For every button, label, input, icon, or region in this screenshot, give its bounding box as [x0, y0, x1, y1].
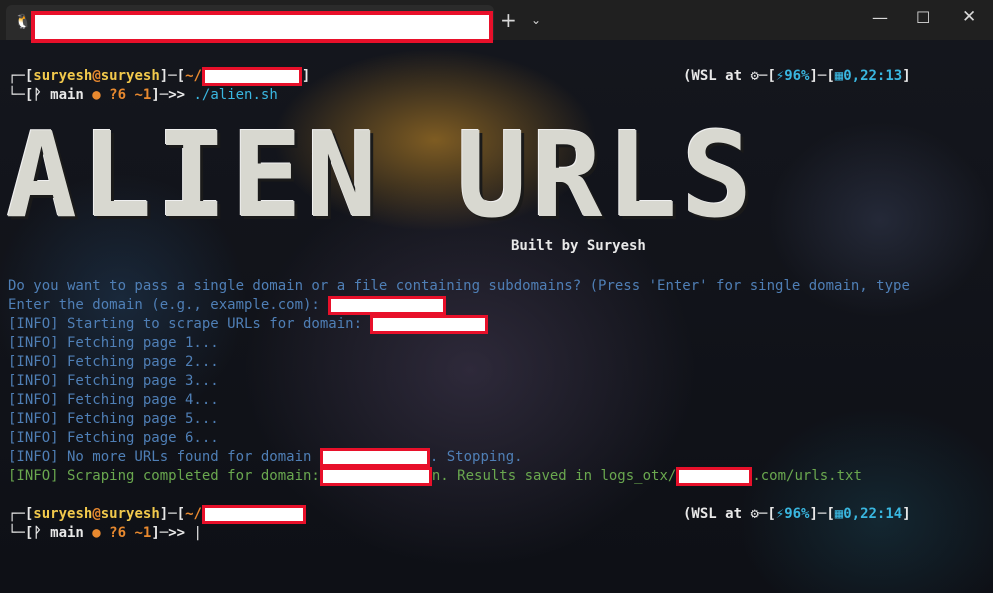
redacted-domain: x [319, 467, 432, 486]
starting-text: [INFO] Starting to scrape URLs for domai… [8, 316, 371, 332]
prompt1-line2: └─[ᚹ main ● ?6 ~1]─>> ./alien.sh [8, 87, 278, 103]
output-no-more: [INFO] No more URLs found for domain x. … [8, 448, 523, 467]
gear-icon: ⚙ [750, 68, 759, 84]
prompt-arrow-icon: >> [168, 525, 186, 541]
prompt-dir-prefix: ~/ [185, 506, 202, 522]
redacted-domain: x [370, 315, 489, 334]
no-more-suffix: . Stopping. [429, 449, 523, 465]
prompt-at: @ [92, 506, 101, 522]
prompt1-line1: ┌─[suryesh@suryesh]─[~/x] [8, 67, 311, 86]
prompt-time: 0,22:14 [843, 506, 903, 522]
output-completed: [INFO] Scraping completed for domain:xn.… [8, 467, 862, 486]
terminal-output[interactable]: ┌─[suryesh@suryesh]─[~/x] (WSL at ⚙─[⚡96… [0, 40, 993, 593]
wsl-label: (WSL at [683, 506, 743, 522]
git-status: ?6 ~1 [109, 87, 152, 103]
output-page-6: [INFO] Fetching page 6... [8, 430, 219, 446]
calendar-icon: ▦ [834, 506, 844, 522]
prompt-at: @ [92, 68, 101, 84]
git-status-dot: ● [92, 525, 101, 541]
git-branch-icon: ᚹ [33, 525, 42, 541]
prompt-user: suryesh [33, 506, 93, 522]
output-question: Do you want to pass a single domain or a… [8, 278, 910, 294]
redacted-domain: x [319, 448, 430, 467]
gear-icon: ⚙ [750, 506, 759, 522]
git-status-dot: ● [92, 87, 101, 103]
maximize-button[interactable]: ☐ [916, 8, 930, 27]
output-page-1: [INFO] Fetching page 1... [8, 335, 219, 351]
minimize-button[interactable]: — [872, 8, 888, 27]
new-tab-plus-icon[interactable]: + [500, 8, 517, 32]
prompt-host: suryesh [100, 506, 160, 522]
prompt2-right-status: (WSL at ⚙─[⚡96%]─[▦0,22:14] [683, 506, 911, 522]
output-page-5: [INFO] Fetching page 5... [8, 411, 219, 427]
window-titlebar: 🐧 + ⌄ — ☐ ✕ [0, 0, 993, 43]
prompt-dir-prefix: ~/ [185, 68, 202, 84]
prompt1-right-status: (WSL at ⚙─[⚡96%]─[▦0,22:13] [683, 68, 911, 84]
redacted-directory: x [201, 67, 302, 86]
battery-plug-icon: ⚡ [775, 68, 785, 84]
git-branch: main [50, 525, 84, 541]
output-enter-domain: Enter the domain (e.g., example.com): x [8, 296, 447, 315]
completed-prefix: [INFO] Scraping completed for domain: [8, 468, 320, 484]
battery-level: 96% [784, 506, 810, 522]
prompt2-line2[interactable]: └─[ᚹ main ● ?6 ~1]─>> | [8, 524, 202, 543]
redacted-directory: x [201, 505, 306, 524]
redacted-domain-input: x [328, 296, 447, 315]
no-more-prefix: [INFO] No more URLs found for domain [8, 449, 320, 465]
prompt-arrow-icon: >> [168, 87, 186, 103]
completed-suffix: .com/urls.txt [752, 468, 862, 484]
output-page-3: [INFO] Fetching page 3... [8, 373, 219, 389]
prompt-user: suryesh [33, 68, 93, 84]
git-status: ?6 ~1 [109, 525, 152, 541]
redacted-domain: x [676, 467, 753, 486]
linux-penguin-icon: 🐧 [14, 14, 32, 30]
calendar-icon: ▦ [834, 68, 844, 84]
battery-level: 96% [784, 68, 810, 84]
tab-title-redacted[interactable] [31, 11, 493, 43]
output-page-2: [INFO] Fetching page 2... [8, 354, 219, 370]
typed-command: ./alien.sh [193, 87, 278, 103]
prompt-host: suryesh [100, 68, 160, 84]
battery-plug-icon: ⚡ [775, 506, 785, 522]
banner-credit: Built by Suryesh [511, 238, 646, 254]
wsl-label: (WSL at [683, 68, 743, 84]
enter-domain-prompt: Enter the domain (e.g., example.com): [8, 297, 329, 313]
prompt-time: 0,22:13 [843, 68, 903, 84]
alien-urls-logo: ALIEN URLS [6, 106, 757, 244]
output-page-4: [INFO] Fetching page 4... [8, 392, 219, 408]
git-branch: main [50, 87, 84, 103]
output-starting: [INFO] Starting to scrape URLs for domai… [8, 315, 489, 334]
git-branch-icon: ᚹ [33, 87, 42, 103]
prompt2-line1: ┌─[suryesh@suryesh]─[~/x [8, 505, 306, 524]
tab-dropdown-chevron-down-icon[interactable]: ⌄ [531, 13, 541, 27]
text-cursor[interactable]: | [193, 525, 201, 541]
close-button[interactable]: ✕ [962, 7, 976, 27]
completed-mid: n. Results saved in logs_otx/ [431, 468, 677, 484]
